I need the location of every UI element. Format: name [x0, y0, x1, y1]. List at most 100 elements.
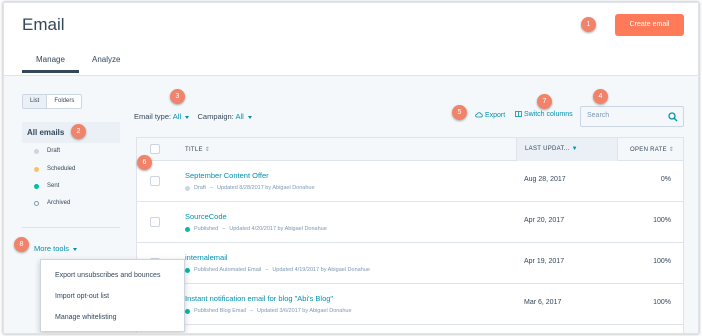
separator: – [249, 308, 254, 314]
row-checkbox[interactable] [150, 176, 160, 186]
updated-label: Updated 4/19/2017 by Abigael Donahue [272, 267, 370, 273]
switch-columns-label: Switch columns [523, 111, 573, 118]
table-row: internalemail Published Automated Email … [137, 243, 683, 284]
table-row: Instant notification email for blog "Abi… [137, 284, 683, 325]
table-row: SourceCode Published – Updated 4/20/2017… [137, 202, 683, 243]
filter-value: All [235, 112, 244, 121]
create-email-button[interactable]: Create email [615, 14, 684, 36]
email-title-link[interactable]: September Content Offer [185, 171, 269, 180]
updated-label: Updated 3/6/2017 by Abigael Donahue [257, 308, 352, 314]
filter-value: All [172, 112, 182, 121]
row-status: Published Automated Email – Updated 4/19… [185, 267, 370, 273]
updated-label: Updated 8/28/2017 by Abigael Donahue [216, 185, 315, 191]
email-table: TITLE ⇕ LAST UPDAT... ▼ OPEN RATE ⇕ Sept… [136, 137, 684, 333]
separator: – [222, 226, 226, 232]
updated-label: Updated 4/20/2017 by Abigael Donahue [229, 226, 327, 232]
callout-badge: 5 [452, 105, 467, 120]
column-label: OPEN RATE [630, 147, 667, 153]
page-header: Email Create email Manage Analyze [4, 3, 698, 76]
column-header-last-updated[interactable]: LAST UPDAT... ▼ [525, 146, 578, 152]
separator: – [265, 267, 269, 273]
caret-down-icon [73, 247, 78, 251]
tab-manage[interactable]: Manage [36, 55, 65, 64]
menu-item-export-unsubscribes[interactable]: Export unsubscribes and bounces [55, 272, 160, 279]
export-label: Export [484, 112, 506, 119]
row-checkbox[interactable] [150, 217, 160, 227]
email-title-link[interactable]: Instant notification email for blog "Abi… [185, 294, 333, 303]
callout-badge: 3 [170, 89, 185, 104]
list-view-button[interactable]: List [23, 95, 48, 108]
tab-analyze[interactable]: Analyze [92, 55, 120, 64]
view-toggle: List Folders [22, 94, 83, 109]
more-tools-menu: Export unsubscribes and bounces Import o… [40, 259, 185, 332]
callout-badge: 8 [14, 237, 29, 252]
select-all-checkbox[interactable] [150, 144, 160, 154]
more-tools-label: More tools [34, 244, 70, 253]
callout-badge: 4 [593, 89, 608, 104]
folders-view-button[interactable]: Folders [47, 95, 81, 108]
status-label: Published [194, 226, 219, 232]
archived-dot-icon [34, 200, 39, 206]
status-dot-icon [185, 185, 190, 191]
last-updated-date: Apr 20, 2017 [524, 217, 565, 224]
sort-icon: ⇕ [668, 147, 675, 153]
campaign-filter[interactable]: Campaign: All [197, 112, 252, 121]
open-rate: 100% [653, 258, 671, 265]
cloud-icon [475, 112, 483, 118]
columns-icon [515, 111, 522, 117]
open-rate: 100% [653, 299, 671, 306]
callout-badge: 6 [137, 155, 152, 170]
status-label: Draft [194, 185, 206, 191]
page-title: Email [22, 15, 65, 34]
column-header-open-rate[interactable]: OPEN RATE ⇕ [630, 146, 674, 153]
email-dashboard: Email Create email Manage Analyze List F… [3, 2, 699, 334]
callout-badge: 2 [71, 124, 86, 139]
sidebar-item-archived[interactable]: Archived [34, 200, 70, 206]
search-icon [668, 112, 678, 122]
last-updated-date: Apr 19, 2017 [524, 258, 565, 265]
email-type-filter[interactable]: Email type: All [134, 112, 191, 121]
search-placeholder: Search [587, 112, 610, 119]
column-label: TITLE [185, 147, 203, 153]
caret-down-icon [247, 115, 252, 119]
last-updated-date: Mar 6, 2017 [524, 299, 562, 306]
column-label: LAST UPDAT... [525, 146, 570, 152]
email-title-link[interactable]: SourceCode [185, 212, 227, 221]
filter-label: Campaign: [197, 112, 234, 121]
status-dot-icon [185, 267, 190, 273]
menu-item-manage-whitelisting[interactable]: Manage whitelisting [55, 314, 116, 321]
export-button[interactable]: Export [475, 111, 505, 119]
status-dot-icon [185, 308, 190, 314]
open-rate: 100% [653, 217, 671, 224]
caret-down-icon [185, 115, 190, 119]
callout-badge: 7 [537, 94, 552, 109]
search-input[interactable]: Search [580, 106, 684, 127]
row-status: Draft – Updated 8/28/2017 by Abigael Don… [185, 185, 315, 191]
sidebar-divider [22, 227, 120, 228]
draft-dot-icon [34, 148, 39, 154]
sent-dot-icon [34, 183, 39, 189]
status-dot-icon [185, 226, 190, 232]
active-tab-indicator [22, 70, 79, 73]
table-row: September Content Offer Draft – Updated … [137, 161, 683, 202]
sidebar-item-scheduled[interactable]: Scheduled [34, 166, 75, 172]
more-tools-button[interactable]: More tools [34, 244, 78, 253]
sidebar-item-sent[interactable]: Sent [34, 183, 59, 189]
sidebar-item-label: Scheduled [47, 166, 76, 172]
column-header-title[interactable]: TITLE ⇕ [185, 146, 210, 153]
menu-item-import-opt-out[interactable]: Import opt-out list [55, 293, 109, 300]
callout-badge: 1 [581, 17, 596, 32]
switch-columns-button[interactable]: Switch columns [515, 111, 573, 118]
email-title-link[interactable]: internalemail [185, 253, 228, 262]
sort-icon: ⇕ [204, 147, 211, 153]
filter-bar: Email type: All Campaign: All [134, 112, 252, 121]
sidebar-item-label: Draft [47, 148, 61, 154]
separator: – [209, 185, 213, 191]
sort-descending-icon: ▼ [571, 146, 578, 152]
row-status: Published – Updated 4/20/2017 by Abigael… [185, 226, 327, 232]
open-rate: 0% [660, 176, 671, 183]
status-label: Published Blog Email [194, 308, 246, 314]
sidebar-item-label: Sent [47, 183, 60, 189]
filter-label: Email type: [134, 112, 172, 121]
sidebar-item-draft[interactable]: Draft [34, 148, 60, 154]
